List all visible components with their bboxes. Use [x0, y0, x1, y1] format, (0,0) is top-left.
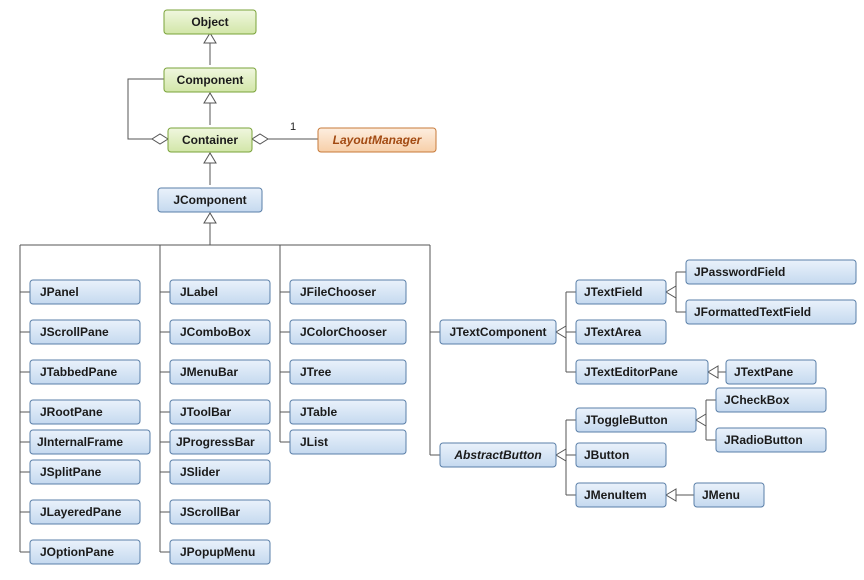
class-jmenubar: JMenuBar	[170, 360, 270, 384]
svg-text:JButton: JButton	[584, 448, 629, 462]
class-jlayeredpane: JLayeredPane	[30, 500, 140, 524]
class-abstractbutton: AbstractButton	[440, 443, 556, 467]
class-jradiobutton: JRadioButton	[716, 428, 826, 452]
svg-text:JTabbedPane: JTabbedPane	[40, 365, 117, 379]
svg-text:JTextComponent: JTextComponent	[449, 325, 546, 339]
class-jtabbedpane: JTabbedPane	[30, 360, 140, 384]
class-jformattedtextfield: JFormattedTextField	[686, 300, 856, 324]
svg-text:JMenuItem: JMenuItem	[584, 488, 647, 502]
class-jtextarea: JTextArea	[576, 320, 666, 344]
svg-text:Container: Container	[182, 133, 238, 147]
svg-text:JList: JList	[300, 435, 328, 449]
class-jtoolbar: JToolBar	[170, 400, 270, 424]
class-jtable: JTable	[290, 400, 406, 424]
uml-diagram: 1	[0, 0, 864, 580]
svg-text:JPanel: JPanel	[40, 285, 79, 299]
svg-text:JLayeredPane: JLayeredPane	[40, 505, 122, 519]
svg-text:JToolBar: JToolBar	[180, 405, 231, 419]
class-jtree: JTree	[290, 360, 406, 384]
class-jcolorchooser: JColorChooser	[290, 320, 406, 344]
class-jsplitpane: JSplitPane	[30, 460, 140, 484]
class-jbutton: JButton	[576, 443, 666, 467]
svg-text:JTable: JTable	[300, 405, 337, 419]
class-jcombobox: JComboBox	[170, 320, 270, 344]
svg-text:JScrollPane: JScrollPane	[40, 325, 109, 339]
cardinality-label: 1	[290, 121, 296, 133]
svg-text:JToggleButton: JToggleButton	[584, 413, 668, 427]
svg-text:JFormattedTextField: JFormattedTextField	[694, 305, 811, 319]
svg-text:JLabel: JLabel	[180, 285, 218, 299]
svg-text:JRadioButton: JRadioButton	[724, 433, 803, 447]
svg-text:JPasswordField: JPasswordField	[694, 265, 785, 279]
class-object: Object	[164, 10, 256, 34]
class-jlabel: JLabel	[170, 280, 270, 304]
svg-text:JScrollBar: JScrollBar	[180, 505, 240, 519]
svg-text:JTextField: JTextField	[584, 285, 642, 299]
class-joptionpane: JOptionPane	[30, 540, 140, 564]
class-jscrollbar: JScrollBar	[170, 500, 270, 524]
svg-text:JMenuBar: JMenuBar	[180, 365, 238, 379]
svg-text:JSplitPane: JSplitPane	[40, 465, 102, 479]
class-component: Component	[164, 68, 256, 92]
class-jscrollpane: JScrollPane	[30, 320, 140, 344]
class-jpanel: JPanel	[30, 280, 140, 304]
svg-text:JPopupMenu: JPopupMenu	[180, 545, 255, 559]
class-jmenuitem: JMenuItem	[576, 483, 666, 507]
svg-text:Component: Component	[177, 73, 244, 87]
class-jtextpane: JTextPane	[726, 360, 816, 384]
svg-text:JRootPane: JRootPane	[40, 405, 103, 419]
svg-text:LayoutManager: LayoutManager	[333, 133, 423, 147]
class-jprogressbar: JProgressBar	[170, 430, 270, 454]
svg-text:JColorChooser: JColorChooser	[300, 325, 387, 339]
class-jfilechooser: JFileChooser	[290, 280, 406, 304]
svg-text:JComboBox: JComboBox	[180, 325, 251, 339]
svg-text:JCheckBox: JCheckBox	[724, 393, 790, 407]
class-jtextfield: JTextField	[576, 280, 666, 304]
class-container: Container	[168, 128, 252, 152]
svg-text:JFileChooser: JFileChooser	[300, 285, 376, 299]
class-jslider: JSlider	[170, 460, 270, 484]
svg-text:Object: Object	[191, 15, 228, 29]
svg-text:JMenu: JMenu	[702, 488, 740, 502]
svg-text:JProgressBar: JProgressBar	[176, 435, 255, 449]
svg-text:JInternalFrame: JInternalFrame	[37, 435, 123, 449]
class-jtogglebutton: JToggleButton	[576, 408, 696, 432]
class-jlist: JList	[290, 430, 406, 454]
svg-text:JTree: JTree	[300, 365, 332, 379]
interface-layoutmanager: LayoutManager	[318, 128, 436, 152]
svg-text:JOptionPane: JOptionPane	[40, 545, 114, 559]
svg-text:JComponent: JComponent	[173, 193, 246, 207]
class-jpasswordfield: JPasswordField	[686, 260, 856, 284]
svg-text:JTextArea: JTextArea	[584, 325, 641, 339]
class-jrootpane: JRootPane	[30, 400, 140, 424]
class-jpopupmenu: JPopupMenu	[170, 540, 270, 564]
svg-text:JTextPane: JTextPane	[734, 365, 793, 379]
class-jtexteditorpane: JTextEditorPane	[576, 360, 708, 384]
class-jmenu: JMenu	[694, 483, 764, 507]
svg-text:JSlider: JSlider	[180, 465, 220, 479]
svg-text:AbstractButton: AbstractButton	[453, 448, 541, 462]
class-jinternalframe: JInternalFrame	[30, 430, 150, 454]
svg-text:JTextEditorPane: JTextEditorPane	[584, 365, 678, 379]
class-jcomponent: JComponent	[158, 188, 262, 212]
class-jcheckbox: JCheckBox	[716, 388, 826, 412]
class-jtextcomponent: JTextComponent	[440, 320, 556, 344]
